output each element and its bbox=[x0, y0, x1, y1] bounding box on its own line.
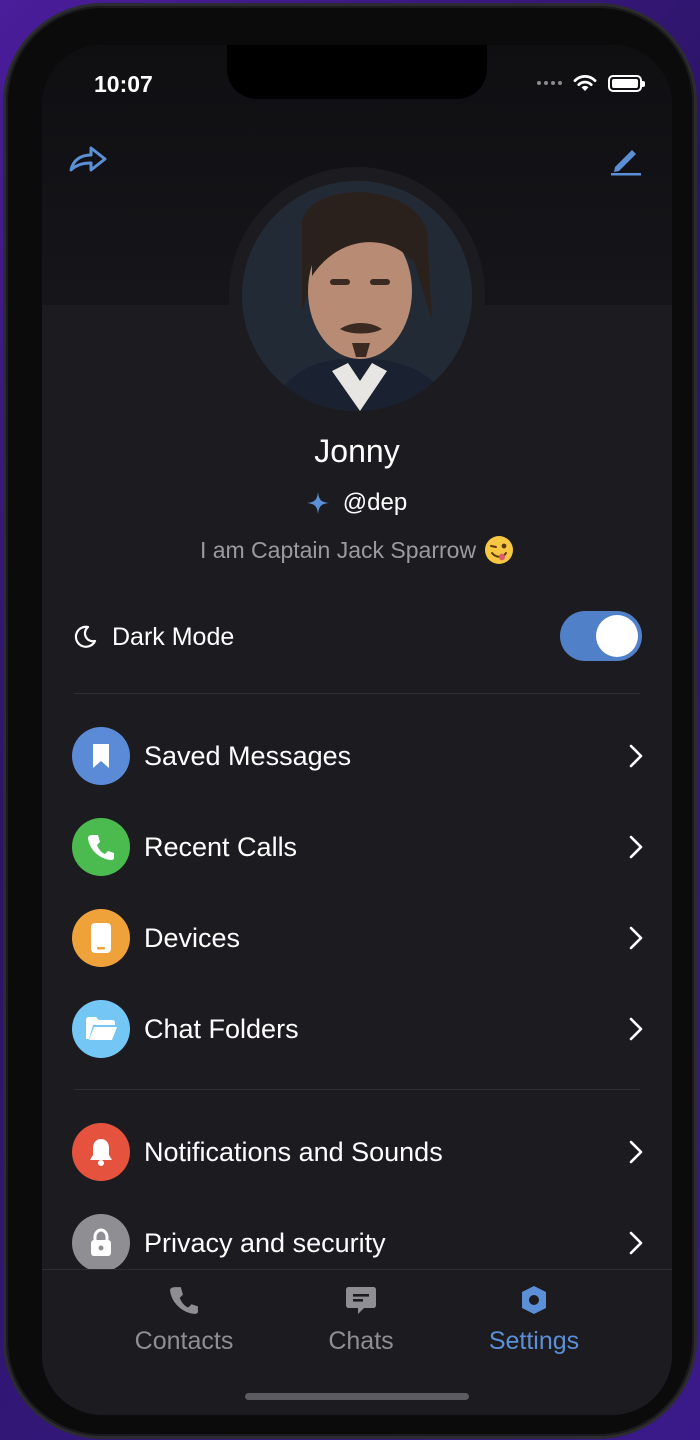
bookmark-icon bbox=[93, 744, 109, 768]
phone-icon bbox=[88, 835, 114, 860]
phone-frame: 10:07 Jonny @dep I am Captain Jack Sparr… bbox=[6, 6, 694, 1436]
bio-text: I am Captain Jack Sparrow bbox=[199, 536, 477, 563]
menu-item-privacy[interactable]: Privacy and security bbox=[72, 1213, 648, 1273]
divider bbox=[74, 1089, 640, 1090]
folder-icon bbox=[86, 1017, 117, 1040]
menu-item-label: Notifications and Sounds bbox=[144, 1136, 443, 1167]
dark-mode-toggle[interactable] bbox=[560, 611, 642, 661]
chevron-right-icon bbox=[624, 835, 648, 859]
device-icon bbox=[91, 923, 111, 953]
chevron-right-icon bbox=[624, 744, 648, 768]
divider bbox=[74, 693, 640, 694]
menu-item-recent-calls[interactable]: Recent Calls bbox=[72, 817, 648, 877]
app-screen: 10:07 Jonny @dep I am Captain Jack Sparr… bbox=[42, 45, 672, 1415]
recent-calls-icon-circle bbox=[72, 818, 130, 876]
moon-icon bbox=[74, 625, 97, 648]
winking-face-emoji-icon bbox=[485, 536, 514, 564]
saved-messages-icon-circle bbox=[72, 727, 130, 785]
menu-item-label: Privacy and security bbox=[144, 1227, 386, 1258]
toggle-knob bbox=[596, 615, 638, 657]
share-button[interactable] bbox=[66, 137, 110, 181]
phone-icon bbox=[170, 1287, 198, 1314]
chat-folders-icon-circle bbox=[72, 1000, 130, 1058]
menu-item-devices[interactable]: Devices bbox=[72, 908, 648, 968]
lock-icon bbox=[91, 1228, 111, 1256]
cellular-signal-icon bbox=[537, 81, 562, 85]
chevron-right-icon bbox=[624, 1231, 648, 1255]
chevron-right-icon bbox=[624, 1140, 648, 1164]
status-time: 10:07 bbox=[94, 71, 153, 97]
tab-chats[interactable]: Chats bbox=[271, 1284, 451, 1356]
avatar-portrait-image bbox=[242, 181, 472, 411]
tab-bar: Contacts Chats Settings bbox=[42, 1269, 672, 1415]
dark-mode-row: Dark Mode bbox=[72, 611, 642, 663]
bell-icon bbox=[90, 1139, 112, 1166]
menu-item-notifications[interactable]: Notifications and Sounds bbox=[72, 1122, 648, 1182]
profile-name: Jonny bbox=[314, 433, 400, 469]
menu-item-label: Chat Folders bbox=[144, 1013, 299, 1044]
devices-icon-circle bbox=[72, 909, 130, 967]
avatar[interactable] bbox=[242, 181, 472, 411]
settings-icon bbox=[522, 1286, 546, 1314]
share-arrow-icon bbox=[69, 146, 107, 172]
username: @dep bbox=[342, 489, 408, 516]
chevron-right-icon bbox=[624, 1017, 648, 1041]
edit-button[interactable] bbox=[604, 137, 648, 181]
menu-item-label: Recent Calls bbox=[144, 831, 298, 862]
menu-item-label: Saved Messages bbox=[144, 740, 352, 771]
tab-settings[interactable]: Settings bbox=[444, 1284, 624, 1356]
sparkle-icon bbox=[306, 492, 329, 514]
tab-label: Chats bbox=[328, 1327, 394, 1355]
menu-item-chat-folders[interactable]: Chat Folders bbox=[72, 999, 648, 1059]
home-indicator[interactable] bbox=[245, 1393, 469, 1400]
menu-item-saved-messages[interactable]: Saved Messages bbox=[72, 726, 648, 786]
bio-row: I am Captain Jack Sparrow bbox=[42, 535, 672, 565]
tab-label: Contacts bbox=[134, 1327, 234, 1355]
username-row: @dep bbox=[42, 489, 672, 517]
tab-label: Settings bbox=[488, 1327, 580, 1355]
chevron-right-icon bbox=[624, 926, 648, 950]
menu-item-label: Devices bbox=[144, 922, 241, 953]
dark-mode-label: Dark Mode bbox=[112, 622, 235, 651]
device-notch bbox=[227, 45, 487, 99]
tab-contacts[interactable]: Contacts bbox=[94, 1284, 274, 1356]
privacy-icon-circle bbox=[72, 1214, 130, 1272]
status-icons bbox=[537, 73, 645, 93]
wifi-icon bbox=[573, 75, 597, 91]
chat-bubble-icon bbox=[346, 1287, 376, 1314]
notifications-icon-circle bbox=[72, 1123, 130, 1181]
battery-icon bbox=[608, 74, 645, 92]
pencil-icon bbox=[611, 150, 641, 176]
